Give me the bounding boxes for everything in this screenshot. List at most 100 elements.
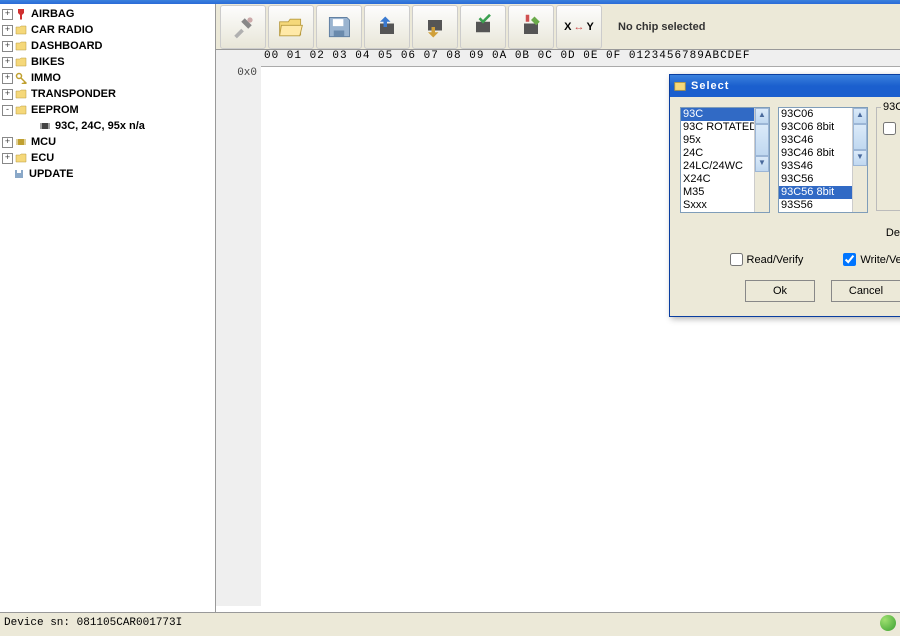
sidebar-item-label: BIKES — [31, 56, 65, 68]
list-item[interactable]: X24C — [681, 173, 755, 186]
scroll-up-icon[interactable]: ▲ — [853, 108, 867, 124]
group-legend: 93Cxx — [881, 101, 900, 113]
delay-label: Delay — [886, 227, 900, 239]
sidebar-item-eeprom[interactable]: -EEPROM — [0, 102, 215, 118]
sidebar-item-ecu[interactable]: +ECU — [0, 150, 215, 166]
collapse-icon[interactable]: - — [2, 105, 13, 116]
sidebar-item-label: DASHBOARD — [31, 40, 103, 52]
list-item[interactable]: 93C ROTATED — [681, 121, 755, 134]
cancel-button[interactable]: Cancel — [831, 280, 900, 302]
sidebar-item-label: UPDATE — [29, 168, 73, 180]
list-item[interactable]: 95x — [681, 134, 755, 147]
sidebar-item-mcu[interactable]: + MCU — [0, 134, 215, 150]
list-item[interactable]: 93C46 8bit — [779, 147, 853, 160]
scroll-up-icon[interactable]: ▲ — [755, 108, 769, 124]
hex-header: 00 01 02 03 04 05 06 07 08 09 0A 0B 0C 0… — [216, 50, 900, 67]
twist-spacer — [2, 170, 11, 179]
device-listbox[interactable]: 93C0693C06 8bit93C4693C46 8bit93S4693C56… — [778, 107, 868, 213]
sidebar-item-bikes[interactable]: + BIKES — [0, 54, 215, 70]
folder-icon — [15, 104, 27, 116]
scroll-thumb[interactable] — [853, 124, 867, 150]
list-item[interactable]: 93S46 — [779, 160, 853, 173]
folder-icon — [15, 88, 27, 100]
list-item[interactable]: 93C56 — [779, 173, 853, 186]
write-chip-button[interactable] — [412, 5, 458, 49]
sidebar-item-airbag[interactable]: + AIRBAG — [0, 6, 215, 22]
scrollbar[interactable]: ▲▼ — [852, 108, 867, 212]
sidebar-item-label: AIRBAG — [31, 8, 74, 20]
expand-icon[interactable]: + — [2, 137, 13, 148]
read-verify-checkbox[interactable]: Read/Verify — [730, 253, 804, 266]
expand-icon[interactable]: + — [2, 89, 13, 100]
family-listbox[interactable]: 93C93C ROTATED95x24C24LC/24WCX24CM35Sxxx… — [680, 107, 770, 213]
expand-icon[interactable]: + — [2, 57, 13, 68]
read-verify-input[interactable] — [730, 253, 743, 266]
write-verify-checkbox[interactable]: Write/Verify — [843, 253, 900, 266]
expand-icon[interactable]: + — [2, 25, 13, 36]
write-verify-label: Write/Verify — [860, 254, 900, 266]
verify-chip-button[interactable] — [460, 5, 506, 49]
options-group: 93Cxx PE — [876, 107, 900, 211]
list-item[interactable]: 24C — [681, 147, 755, 160]
scrollbar[interactable]: ▲▼ — [754, 108, 769, 212]
sidebar-item-93c-24c-95x-n-a[interactable]: 93C, 24C, 95x n/a — [0, 118, 215, 134]
write-verify-input[interactable] — [843, 253, 856, 266]
key-icon — [15, 72, 27, 84]
twist-spacer — [28, 122, 37, 131]
list-item[interactable]: 93C46 — [779, 134, 853, 147]
app-frame: + AIRBAG + CAR RADIO + DASHBOARD + BIKES + IMMO + T… — [0, 4, 900, 612]
expand-icon[interactable]: + — [2, 41, 13, 52]
sidebar-item-immo[interactable]: + IMMO — [0, 70, 215, 86]
sidebar-item-update[interactable]: UPDATE — [0, 166, 215, 182]
list-item[interactable]: 93C06 — [779, 108, 853, 121]
list-item[interactable]: 93S56 — [779, 199, 853, 212]
pin-red-icon — [15, 8, 27, 20]
sidebar-item-car-radio[interactable]: + CAR RADIO — [0, 22, 215, 38]
status-bar: Device sn: 081105CAR001773I — [0, 612, 900, 633]
folder-icon — [15, 40, 27, 52]
hex-gutter: 0x0 — [216, 66, 261, 606]
expand-icon[interactable]: + — [2, 73, 13, 84]
tools-button[interactable] — [220, 5, 266, 49]
list-item[interactable]: 24LC/24WC — [681, 160, 755, 173]
folder-icon — [15, 152, 27, 164]
read-verify-label: Read/Verify — [747, 254, 804, 266]
folder-icon — [15, 56, 27, 68]
open-button[interactable] — [268, 5, 314, 49]
status-orb-icon — [880, 615, 896, 631]
sidebar-item-label: IMMO — [31, 72, 61, 84]
sidebar-item-label: TRANSPONDER — [31, 88, 116, 100]
list-item[interactable]: 93C — [681, 108, 755, 121]
expand-icon[interactable]: + — [2, 9, 13, 20]
sidebar-item-dashboard[interactable]: + DASHBOARD — [0, 38, 215, 54]
expand-icon[interactable]: + — [2, 153, 13, 164]
pe-checkbox[interactable]: PE — [883, 122, 900, 135]
dialog-titlebar[interactable]: Select ✕ — [670, 75, 900, 97]
list-item[interactable]: Sxxx — [681, 199, 755, 212]
scroll-thumb[interactable] — [755, 124, 769, 156]
read-chip-button[interactable] — [364, 5, 410, 49]
sidebar-item-label: CAR RADIO — [31, 24, 93, 36]
erase-chip-button[interactable] — [508, 5, 554, 49]
scroll-down-icon[interactable]: ▼ — [755, 156, 769, 172]
sidebar-item-label: 93C, 24C, 95x n/a — [55, 120, 145, 132]
disk-icon — [13, 168, 25, 180]
status-text: Device sn: 081105CAR001773I — [4, 617, 182, 629]
pe-checkbox-input[interactable] — [883, 122, 896, 135]
chip-icon — [39, 120, 51, 132]
save-button[interactable] — [316, 5, 362, 49]
sidebar-tree: + AIRBAG + CAR RADIO + DASHBOARD + BIKES + IMMO + T… — [0, 4, 216, 612]
xy-swap-button[interactable]: X↔Y — [556, 5, 602, 49]
folder-icon — [15, 24, 27, 36]
sidebar-item-transponder[interactable]: + TRANSPONDER — [0, 86, 215, 102]
chip-status-label: No chip selected — [618, 21, 705, 33]
select-dialog: Select ✕ 93C93C ROTATED95x24C24LC/24WCX2… — [669, 74, 900, 317]
ok-button[interactable]: Ok — [745, 280, 815, 302]
list-item[interactable]: 93C56 8bit — [779, 186, 853, 199]
list-item[interactable]: 93C06 8bit — [779, 121, 853, 134]
list-item[interactable]: M35 — [681, 186, 755, 199]
sidebar-item-label: MCU — [31, 136, 56, 148]
chip-y-icon — [15, 136, 27, 148]
scroll-down-icon[interactable]: ▼ — [853, 150, 867, 166]
main-panel: X↔Y No chip selected 00 01 02 03 04 05 0… — [216, 4, 900, 612]
